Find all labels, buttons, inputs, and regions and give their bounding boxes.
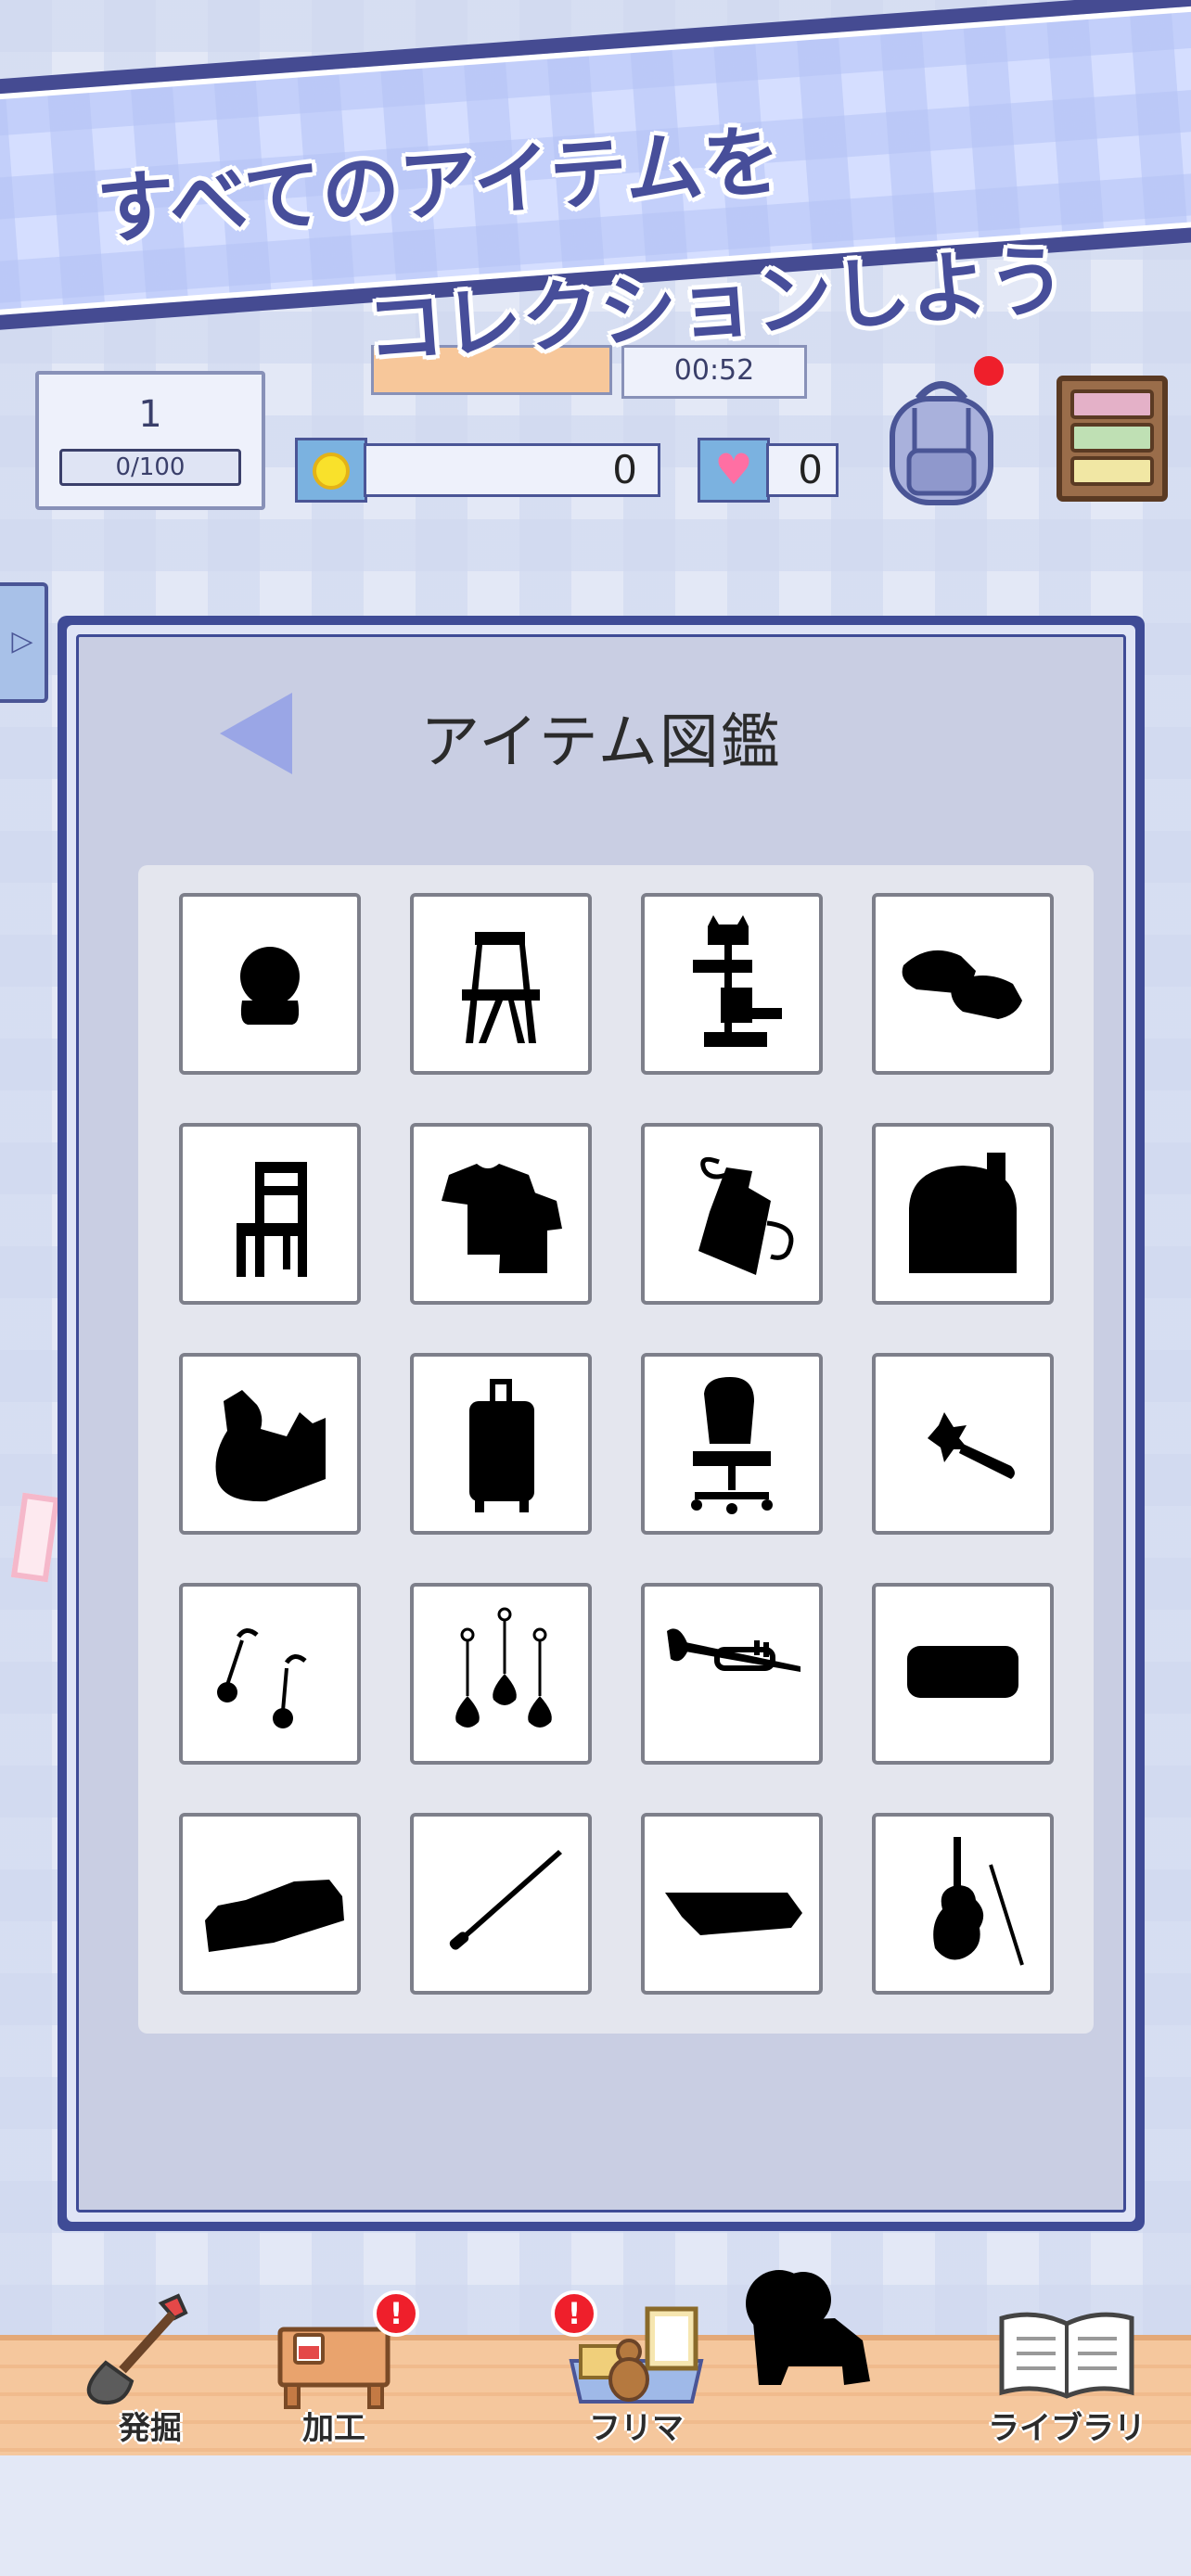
drop-earrings-icon bbox=[455, 1607, 552, 1728]
cat-tower-icon bbox=[693, 915, 782, 1047]
nav-library-label: ライブラリ bbox=[988, 2410, 1146, 2447]
item-cell[interactable] bbox=[641, 1353, 823, 1535]
shovel-icon bbox=[86, 2293, 188, 2404]
trumpet-icon bbox=[667, 1628, 800, 1672]
nav-craft[interactable]: ! 加工 bbox=[241, 2290, 427, 2448]
suitcase-icon bbox=[469, 1379, 534, 1512]
heart-value: 0 bbox=[766, 443, 839, 497]
nav-flea-market[interactable]: ! フリマ bbox=[544, 2290, 729, 2448]
pink-card-decoration bbox=[10, 1492, 60, 1583]
cushion-icon bbox=[907, 1646, 1018, 1698]
item-cell[interactable] bbox=[641, 1123, 823, 1305]
ball-earrings-icon bbox=[217, 1628, 307, 1728]
item-cell[interactable] bbox=[410, 1123, 592, 1305]
snow-globe-icon bbox=[240, 947, 300, 1025]
item-cell[interactable] bbox=[410, 1813, 592, 1995]
violin-icon bbox=[933, 1837, 1024, 1966]
panel-title: アイテム図鑑 bbox=[420, 708, 782, 777]
open-book-icon bbox=[999, 2312, 1134, 2399]
item-cell[interactable] bbox=[179, 1583, 361, 1765]
bookshelf-icon[interactable] bbox=[1056, 375, 1169, 503]
item-cell[interactable] bbox=[179, 893, 361, 1075]
backpack-notification-dot bbox=[974, 356, 1004, 386]
nav-flea-market-label: フリマ bbox=[589, 2410, 684, 2447]
coin-icon bbox=[295, 438, 367, 503]
bottom-area bbox=[0, 2455, 1191, 2576]
wooden-chair-icon bbox=[237, 1162, 307, 1277]
level-progress: 0/100 bbox=[59, 449, 241, 486]
side-drawer-tab[interactable]: ▷ bbox=[0, 582, 48, 703]
item-cell[interactable] bbox=[410, 1583, 592, 1765]
nav-dig[interactable]: 発掘 bbox=[58, 2290, 243, 2448]
nav-craft-label: 加工 bbox=[302, 2410, 365, 2447]
item-encyclopedia-panel: アイテム図鑑 bbox=[58, 616, 1145, 2231]
coin-counter: 0 bbox=[295, 438, 660, 503]
item-cell[interactable] bbox=[179, 1123, 361, 1305]
silhouette-creature-icon bbox=[746, 2270, 870, 2385]
level-card[interactable]: 1 0/100 bbox=[35, 371, 265, 510]
nav-dig-label: 発掘 bbox=[119, 2410, 182, 2447]
backpack-icon[interactable] bbox=[881, 371, 1002, 510]
item-cell[interactable] bbox=[872, 893, 1054, 1075]
item-grid bbox=[179, 893, 1054, 1995]
nav-library[interactable]: ライブラリ bbox=[974, 2290, 1159, 2448]
item-cell[interactable] bbox=[410, 893, 592, 1075]
item-cell[interactable] bbox=[872, 1353, 1054, 1535]
coin-value: 0 bbox=[364, 443, 660, 497]
hair-clip-icon bbox=[928, 1412, 1015, 1479]
item-cell[interactable] bbox=[179, 1353, 361, 1535]
xylophone-icon bbox=[665, 1893, 802, 1935]
flea-alert-badge: ! bbox=[551, 2290, 597, 2337]
slippers-icon bbox=[902, 950, 1022, 1019]
baton-icon bbox=[449, 1850, 562, 1950]
heart-counter: ♥ 0 bbox=[698, 438, 839, 503]
sofa-icon bbox=[205, 1880, 344, 1952]
nav-locked-item[interactable] bbox=[714, 2263, 900, 2420]
item-cell[interactable] bbox=[641, 1583, 823, 1765]
level-number: 1 bbox=[138, 393, 162, 436]
office-chair-icon bbox=[691, 1377, 773, 1514]
mailbox-icon bbox=[909, 1153, 1017, 1273]
craft-alert-badge: ! bbox=[373, 2290, 419, 2337]
heart-icon: ♥ bbox=[698, 438, 770, 503]
bags-icon bbox=[215, 1390, 326, 1502]
item-cell[interactable] bbox=[641, 893, 823, 1075]
item-cell[interactable] bbox=[872, 1123, 1054, 1305]
item-grid-area bbox=[138, 865, 1094, 2034]
item-cell[interactable] bbox=[641, 1813, 823, 1995]
item-cell[interactable] bbox=[872, 1583, 1054, 1765]
item-cell[interactable] bbox=[410, 1353, 592, 1535]
folding-chair-icon bbox=[462, 932, 540, 1043]
apron-icon bbox=[698, 1156, 794, 1275]
t-shirts-icon bbox=[442, 1164, 562, 1273]
item-cell[interactable] bbox=[872, 1813, 1054, 1995]
item-cell[interactable] bbox=[179, 1813, 361, 1995]
